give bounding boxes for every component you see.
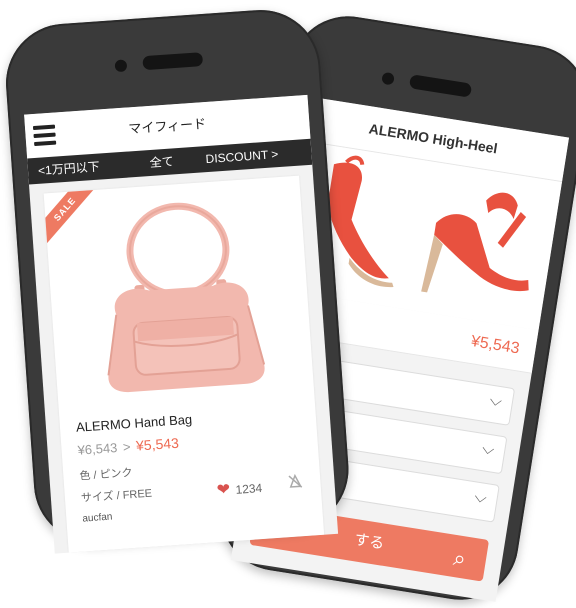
price-arrow: > [122,439,132,455]
speaker-slot [142,52,204,71]
camera-dot [381,71,395,86]
product-card[interactable]: SALE ALERMO Hand Bag ¥6,543 > ¥5,543 色 /… [43,175,325,553]
filter-price-under-10000[interactable]: <1万円以下 [37,154,101,184]
speaker-slot [408,74,473,98]
chevron-down-icon: ⌵ [480,440,496,459]
phone-front: マイフィード <1万円以下 全て DISCOUNT > SALE ALERMO … [2,6,353,554]
product-name: ALERMO Hand Bag [75,411,193,435]
hide-icon[interactable] [286,472,305,491]
original-price: ¥6,543 [77,439,118,458]
filter-discount[interactable]: DISCOUNT > [205,141,279,172]
camera-dot [114,59,128,73]
cta-label: する [353,531,386,553]
handbag-image [107,202,266,393]
product-color: 色 / ピンク [79,466,133,483]
front-screen: マイフィード <1万円以下 全て DISCOUNT > SALE ALERMO … [24,94,339,554]
paperclip-icon: ⌕ [451,544,468,572]
filter-all[interactable]: 全て [149,148,175,176]
shop-name: aucfan [82,511,113,525]
price-row: ¥6,543 > ¥5,543 [77,435,179,458]
broken-heart-icon: ❤ [216,481,231,500]
product-size: サイズ / FREE [80,487,153,505]
chevron-down-icon: ⌵ [473,488,488,508]
like-button[interactable]: ❤ 1234 [216,477,263,500]
chevron-down-icon: ⌵ [488,391,504,411]
sale-price: ¥5,543 [135,434,180,454]
like-count: 1234 [235,480,263,497]
product-image-handbag [83,196,276,398]
